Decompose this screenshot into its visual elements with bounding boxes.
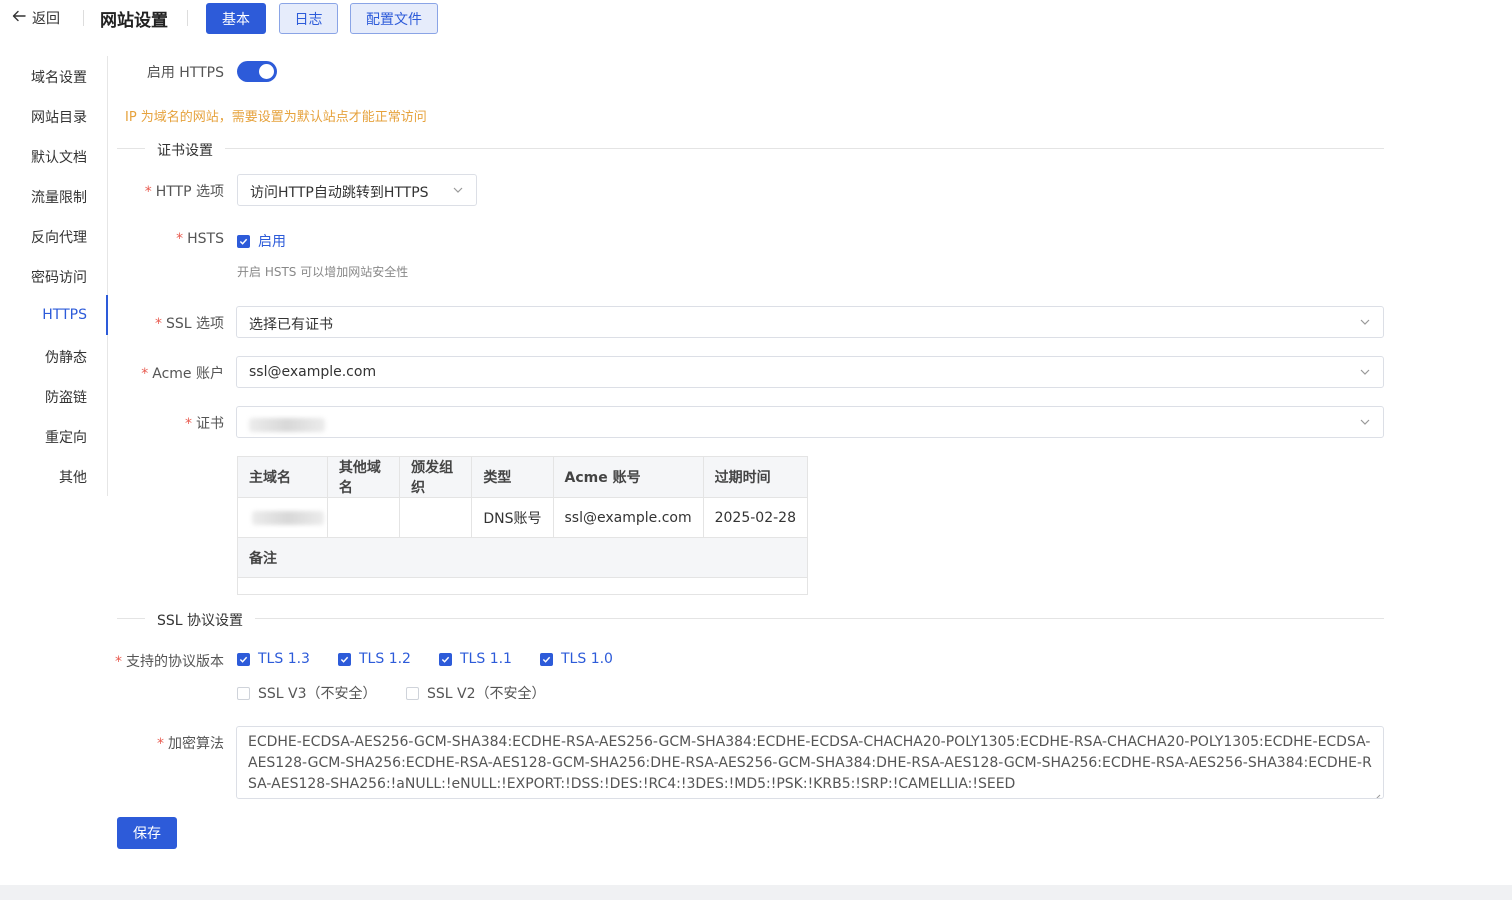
hsts-hint: 开启 HSTS 可以增加网站安全性 — [237, 265, 409, 279]
ssl-option-label: * SSL 选项 — [154, 316, 224, 332]
ip-warning: IP 为域名的网站，需要设置为默认站点才能正常访问 — [125, 110, 427, 125]
sidebar-item-default-doc[interactable]: 默认文档 — [31, 147, 87, 167]
checkbox-unchecked-icon — [237, 686, 250, 700]
sidebar-item-https[interactable]: HTTPS — [42, 307, 87, 323]
page-title: 网站设置 — [100, 11, 168, 31]
ssl-section-title: SSL 协议设置 — [145, 610, 256, 630]
sslv3-label: SSL V3（不安全） — [258, 686, 377, 702]
sidebar-item-directory[interactable]: 网站目录 — [31, 107, 87, 127]
certificate-table: 主域名 其他域名 颁发组织 类型 Acme 账号 过期时间 DNS账号 ssl@… — [237, 456, 809, 595]
chevron-down-icon — [452, 184, 464, 196]
header-divider — [83, 10, 84, 26]
hsts-checkbox[interactable]: 启用 — [237, 231, 286, 251]
hsts-label: * HSTS — [176, 231, 224, 247]
col-type: 类型 — [471, 456, 554, 498]
sidebar-item-password-access[interactable]: 密码访问 — [31, 267, 87, 287]
checkbox-checked-icon — [540, 652, 553, 666]
cell-expires: 2025-02-28 — [703, 497, 809, 538]
col-other-domains: 其他域名 — [327, 456, 401, 498]
save-button[interactable]: 保存 — [117, 817, 177, 849]
sslv2-checkbox[interactable]: SSL V2（不安全） — [406, 683, 546, 703]
certificate-label: * 证书 — [185, 416, 224, 432]
cert-section-title: 证书设置 — [145, 140, 225, 160]
acme-account-select[interactable]: ssl@example.com — [236, 356, 1384, 388]
sidebar-item-hotlink[interactable]: 防盗链 — [45, 387, 87, 407]
https-toggle[interactable] — [237, 61, 277, 82]
tls13-label: TLS 1.3 — [258, 651, 310, 667]
sidebar-item-traffic-limit[interactable]: 流量限制 — [31, 187, 87, 207]
cell-other-domains — [327, 497, 401, 538]
remark-value — [237, 577, 808, 595]
section-divider — [117, 618, 1384, 619]
cipher-textarea[interactable]: ECDHE-ECDSA-AES256-GCM-SHA384:ECDHE-RSA-… — [236, 726, 1384, 799]
tab-log[interactable]: 日志 — [279, 3, 338, 34]
checkbox-checked-icon — [338, 652, 351, 666]
acme-account-value: ssl@example.com — [249, 364, 377, 380]
checkbox-checked-icon — [237, 652, 250, 666]
tls13-checkbox[interactable]: TLS 1.3 — [237, 651, 310, 667]
sidebar-item-reverse-proxy[interactable]: 反向代理 — [31, 227, 87, 247]
toggle-knob — [259, 64, 274, 79]
sslv2-label: SSL V2（不安全） — [427, 686, 546, 702]
col-acme-account: Acme 账号 — [553, 456, 704, 498]
sslv3-checkbox[interactable]: SSL V3（不安全） — [237, 683, 377, 703]
remark-label: 备注 — [237, 537, 808, 578]
sidebar-active-indicator — [106, 295, 108, 335]
sidebar-item-other[interactable]: 其他 — [59, 467, 87, 487]
cell-primary-domain — [237, 497, 328, 538]
tls12-label: TLS 1.2 — [359, 651, 411, 667]
checkbox-checked-icon — [237, 234, 250, 248]
ssl-option-value: 选择已有证书 — [249, 317, 333, 333]
tls10-checkbox[interactable]: TLS 1.0 — [540, 651, 613, 667]
checkbox-unchecked-icon — [406, 686, 419, 700]
cipher-label: * 加密算法 — [157, 736, 224, 752]
back-label: 返回 — [32, 11, 60, 27]
checkbox-checked-icon — [439, 652, 452, 666]
chevron-down-icon — [1359, 366, 1371, 378]
tls12-checkbox[interactable]: TLS 1.2 — [338, 651, 411, 667]
cell-type: DNS账号 — [471, 497, 554, 538]
table-remark-header: 备注 — [237, 537, 808, 578]
sidebar-item-rewrite[interactable]: 伪静态 — [45, 347, 87, 367]
arrow-left-icon — [12, 9, 26, 27]
sidebar-item-redirect[interactable]: 重定向 — [45, 427, 87, 447]
table-remark-row — [237, 577, 808, 595]
tls11-label: TLS 1.1 — [460, 651, 512, 667]
http-option-value: 访问HTTP自动跳转到HTTPS — [250, 185, 429, 201]
cipher-text: ECDHE-ECDSA-AES256-GCM-SHA384:ECDHE-RSA-… — [248, 734, 1372, 792]
tab-config-file[interactable]: 配置文件 — [350, 3, 438, 34]
ssl-option-select[interactable]: 选择已有证书 — [236, 306, 1384, 338]
cell-issuer — [399, 497, 473, 538]
certificate-select[interactable] — [236, 406, 1384, 438]
tab-basic[interactable]: 基本 — [206, 3, 266, 34]
header-divider — [187, 10, 188, 26]
cell-acme-account: ssl@example.com — [553, 497, 704, 538]
enable-https-label: 启用 HTTPS — [146, 65, 224, 81]
http-option-label: * HTTP 选项 — [144, 184, 224, 200]
back-button[interactable]: 返回 — [12, 8, 60, 28]
col-primary-domain: 主域名 — [237, 456, 328, 498]
http-option-select[interactable]: 访问HTTP自动跳转到HTTPS — [237, 174, 477, 206]
sidebar: 域名设置 网站目录 默认文档 流量限制 反向代理 密码访问 HTTPS 伪静态 … — [0, 56, 108, 496]
table-row: DNS账号 ssl@example.com 2025-02-28 — [237, 497, 809, 538]
tls10-label: TLS 1.0 — [561, 651, 613, 667]
hsts-checkbox-label: 启用 — [258, 234, 286, 250]
col-issuer: 颁发组织 — [399, 456, 473, 498]
chevron-down-icon — [1359, 416, 1371, 428]
protocols-label: * 支持的协议版本 — [115, 654, 224, 670]
acme-account-label: * Acme 账户 — [141, 366, 224, 382]
footer-bar — [0, 885, 1512, 900]
page-header: 返回 网站设置 基本 日志 配置文件 — [0, 0, 1512, 38]
redacted-domain — [252, 511, 324, 525]
col-expires: 过期时间 — [703, 456, 809, 498]
resize-handle-icon[interactable] — [1373, 788, 1381, 798]
tls11-checkbox[interactable]: TLS 1.1 — [439, 651, 512, 667]
section-divider — [117, 148, 1384, 149]
table-header-row: 主域名 其他域名 颁发组织 类型 Acme 账号 过期时间 — [237, 456, 809, 498]
sidebar-item-domain[interactable]: 域名设置 — [31, 67, 87, 87]
redacted-certificate — [249, 418, 325, 432]
chevron-down-icon — [1359, 316, 1371, 328]
